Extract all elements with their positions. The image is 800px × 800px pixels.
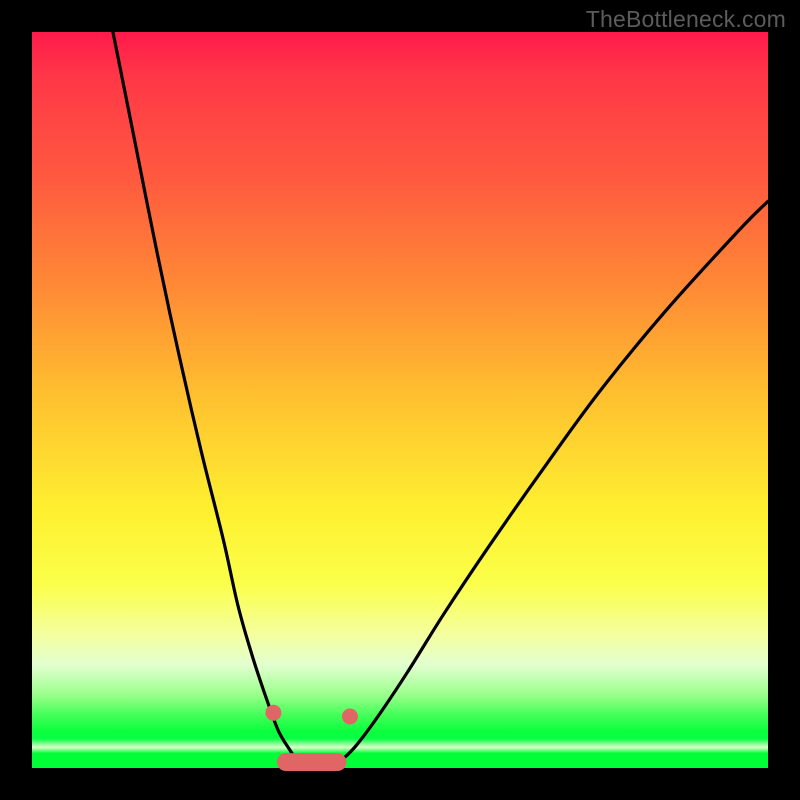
plot-area [32,32,768,768]
marker-right-dot [342,708,358,724]
curve-right-branch [341,201,768,760]
curve-left-branch [113,32,297,761]
chart-frame: TheBottleneck.com [0,0,800,800]
marker-left-dot [265,705,281,721]
curve-layer [32,32,768,768]
watermark-text: TheBottleneck.com [586,6,786,33]
